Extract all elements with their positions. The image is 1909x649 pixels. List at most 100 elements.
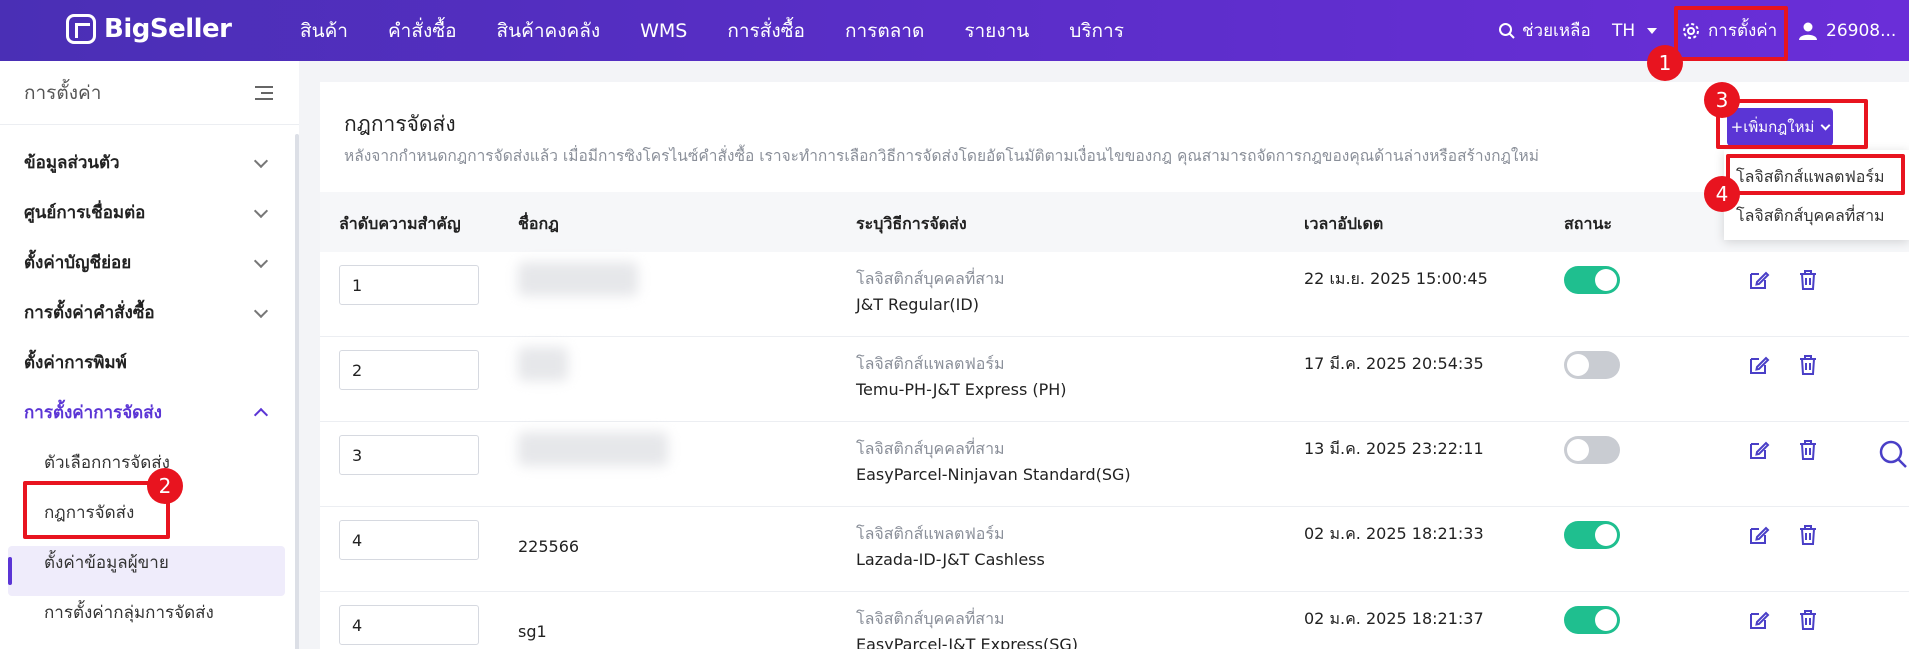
table-row: 4 sg1 โลจิสติกส์บุคคลที่สาม EasyParcel-J&T … xyxy=(320,592,1909,649)
sidebar-subitem-seller-info[interactable]: ตั้งค่าข้อมูลผู้ขาย xyxy=(44,549,169,576)
sidebar-item-label: การตั้งค่าคำสั่งซื้อ xyxy=(24,303,155,323)
logo-text: BigSeller xyxy=(104,14,232,44)
table-row: 2 โลจิสติกส์แพลตฟอร์ม Temu-PH-J&T Express … xyxy=(320,337,1909,422)
trash-icon[interactable] xyxy=(1796,268,1820,292)
sidebar-subitem-shipping-groups[interactable]: การตั้งค่ากลุ่มการจัดส่ง xyxy=(44,599,214,626)
sidebar-item-personal-info[interactable]: ข้อมูลส่วนตัว xyxy=(24,149,274,176)
page-description: หลังจากกำหนดกฎการจัดส่งแล้ว เมื่อมีการซิ… xyxy=(344,147,1539,165)
rule-name-redacted xyxy=(518,262,638,296)
chevron-down-icon xyxy=(253,253,269,268)
status-toggle[interactable] xyxy=(1564,266,1620,294)
sidebar-subitem-shipping-options[interactable]: ตัวเลือกการจัดส่ง xyxy=(44,449,170,476)
rule-name-redacted xyxy=(518,347,568,381)
edit-icon[interactable] xyxy=(1747,608,1771,632)
sidebar-item-order-settings[interactable]: การตั้งค่าคำสั่งซื้อ xyxy=(24,299,274,326)
chevron-up-icon xyxy=(253,407,269,422)
logistics-type: โลจิสติกส์แพลตฟอร์ม xyxy=(856,524,1005,543)
priority-input[interactable]: 3 xyxy=(339,435,479,475)
column-header-shipping-method: ระบุวิธีการจัดส่ง xyxy=(856,214,967,233)
edit-icon[interactable] xyxy=(1747,523,1771,547)
logistics-channel: EasyParcel-J&T Express(SG) xyxy=(856,635,1078,649)
user-menu[interactable]: 26908... xyxy=(1798,0,1896,61)
logistics-type: โลจิสติกส์บุคคลที่สาม xyxy=(856,269,1005,288)
sidebar-item-label: การตั้งค่าการจัดส่ง xyxy=(24,403,162,423)
chevron-down-icon xyxy=(253,153,269,168)
chevron-down-icon xyxy=(253,303,269,318)
table-row: 4 225566 โลจิสติกส์แพลตฟอร์ม Lazada-ID-J&T … xyxy=(320,507,1909,592)
menu-item-third-party-logistics[interactable]: โลจิสติกส์บุคคลที่สาม xyxy=(1736,204,1885,229)
search-icon xyxy=(1499,22,1515,39)
logistics-channel: EasyParcel-Ninjavan Standard(SG) xyxy=(856,465,1131,484)
sidebar-scrollbar[interactable] xyxy=(295,134,299,649)
table-row: 3 โลจิสติกส์บุคคลที่สาม EasyParcel-Ninjava… xyxy=(320,422,1909,507)
trash-icon[interactable] xyxy=(1796,523,1820,547)
nav-item-products[interactable]: สินค้า xyxy=(300,16,348,46)
updated-time: 02 ม.ค. 2025 18:21:33 xyxy=(1304,524,1484,543)
updated-time: 02 ม.ค. 2025 18:21:37 xyxy=(1304,609,1484,628)
column-header-priority: ลำดับความสำคัญ xyxy=(339,214,461,233)
status-toggle[interactable] xyxy=(1564,606,1620,634)
priority-input[interactable]: 2 xyxy=(339,350,479,390)
status-toggle[interactable] xyxy=(1564,436,1620,464)
search-icon[interactable] xyxy=(1878,439,1908,469)
nav-item-reports[interactable]: รายงาน xyxy=(964,16,1029,46)
active-item-indicator xyxy=(8,557,12,585)
sidebar-item-label: ข้อมูลส่วนตัว xyxy=(24,153,120,173)
priority-input[interactable]: 1 xyxy=(339,265,479,305)
logo-icon xyxy=(66,14,96,44)
shipping-rules-panel: กฎการจัดส่ง หลังจากกำหนดกฎการจัดส่งแล้ว … xyxy=(320,82,1909,649)
caret-down-icon xyxy=(1647,27,1658,34)
logistics-type: โลจิสติกส์บุคคลที่สาม xyxy=(856,439,1005,458)
edit-icon[interactable] xyxy=(1747,438,1771,462)
chevron-down-icon xyxy=(253,203,269,218)
trash-icon[interactable] xyxy=(1796,353,1820,377)
help-label: ช่วยเหลือ xyxy=(1522,21,1591,41)
logistics-channel: Lazada-ID-J&T Cashless xyxy=(856,550,1045,569)
nav-item-purchase[interactable]: การสั่งซื้อ xyxy=(727,16,805,46)
priority-input[interactable]: 4 xyxy=(339,605,479,645)
page-title: กฎการจัดส่ง xyxy=(344,112,456,136)
rule-name: sg1 xyxy=(518,622,547,641)
logistics-channel: J&T Regular(ID) xyxy=(856,295,979,314)
sidebar-item-label: ตั้งค่าการพิมพ์ xyxy=(24,353,127,373)
help-link[interactable]: ช่วยเหลือ xyxy=(1498,0,1591,61)
updated-time: 22 เม.ย. 2025 15:00:45 xyxy=(1304,269,1488,288)
rule-name: 225566 xyxy=(518,537,580,556)
sidebar-title: การตั้งค่า xyxy=(24,81,102,104)
nav-item-wms[interactable]: WMS xyxy=(640,20,687,42)
updated-time: 17 มี.ค. 2025 20:54:35 xyxy=(1304,354,1484,373)
status-toggle[interactable] xyxy=(1564,521,1620,549)
table-row: 1 โลจิสติกส์บุคคลที่สาม J&T Regular(ID) 22 … xyxy=(320,252,1909,337)
nav-item-services[interactable]: บริการ xyxy=(1069,16,1124,46)
annotation-box-settings xyxy=(1674,6,1788,61)
edit-icon[interactable] xyxy=(1747,353,1771,377)
annotation-badge-3: 3 xyxy=(1704,82,1740,118)
column-header-rule-name: ชื่อกฎ xyxy=(518,214,559,233)
status-toggle[interactable] xyxy=(1564,351,1620,379)
priority-input[interactable]: 4 xyxy=(339,520,479,560)
annotation-badge-1: 1 xyxy=(1647,45,1683,81)
column-header-updated-time: เวลาอัปเดต xyxy=(1304,214,1384,233)
nav-item-marketing[interactable]: การตลาด xyxy=(845,16,924,46)
sidebar-item-shipping-settings[interactable]: การตั้งค่าการจัดส่ง xyxy=(24,399,274,426)
bigseller-logo[interactable]: BigSeller xyxy=(66,14,232,44)
sidebar-item-print-settings[interactable]: ตั้งค่าการพิมพ์ xyxy=(24,349,274,376)
sidebar-item-integration-center[interactable]: ศูนย์การเชื่อมต่อ xyxy=(24,199,274,226)
column-header-status: สถานะ xyxy=(1564,214,1612,233)
nav-item-inventory[interactable]: สินค้าคงคลัง xyxy=(497,16,601,46)
edit-icon[interactable] xyxy=(1747,268,1771,292)
sidebar-item-sub-accounts[interactable]: ตั้งค่าบัญชีย่อย xyxy=(24,249,274,276)
collapse-sidebar-icon[interactable] xyxy=(255,85,273,100)
annotation-box-platform-logistics xyxy=(1726,154,1905,195)
annotation-badge-2: 2 xyxy=(147,468,183,504)
rule-name-redacted xyxy=(518,432,668,466)
trash-icon[interactable] xyxy=(1796,608,1820,632)
annotation-badge-4: 4 xyxy=(1704,176,1740,212)
top-navigation-bar: BigSeller สินค้า คำสั่งซื้อ สินค้าคงคลัง… xyxy=(0,0,1909,61)
logistics-channel: Temu-PH-J&T Express (PH) xyxy=(856,380,1067,399)
trash-icon[interactable] xyxy=(1796,438,1820,462)
logistics-type: โลจิสติกส์แพลตฟอร์ม xyxy=(856,354,1005,373)
user-icon xyxy=(1799,22,1817,40)
sidebar-header: การตั้งค่า xyxy=(0,61,299,125)
nav-item-orders[interactable]: คำสั่งซื้อ xyxy=(388,16,457,46)
